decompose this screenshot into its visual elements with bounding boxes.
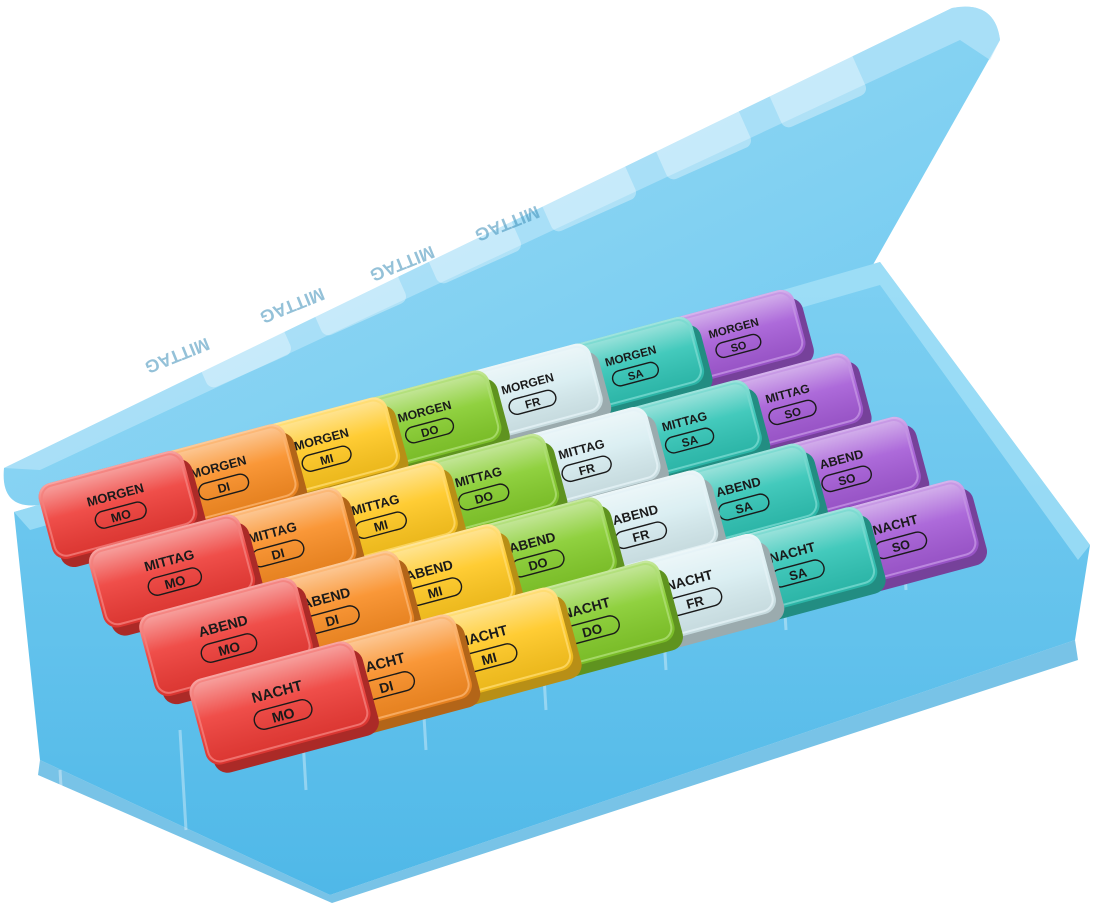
pill-organizer-photo: MITTAG MITTAG MITTAG MITTAG MORGEN SO MORGEN S…: [0, 0, 1097, 903]
pill-organizer-illustration: MITTAGMITTAGMITTAGMITTAG MORGENSOMORGENS…: [3, 0, 1090, 903]
